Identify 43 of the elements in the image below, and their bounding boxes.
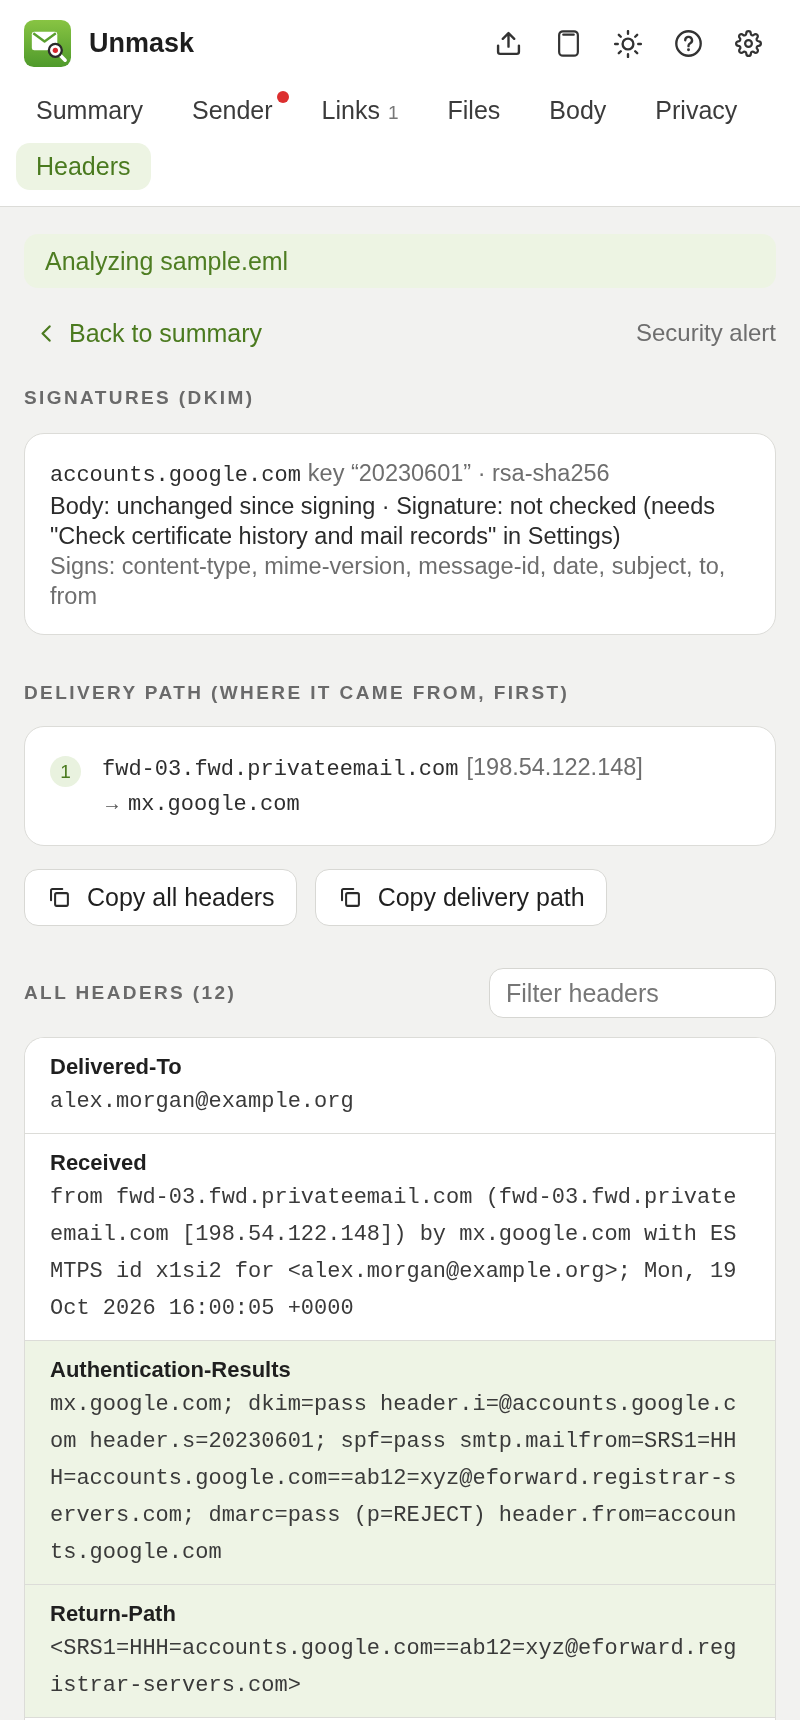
dkim-key-info: key “20230601” · rsa-sha256 [307,460,610,486]
section-heading: SIGNATURES (DKIM) [24,386,256,410]
logo-icon [24,20,71,67]
tablet-icon[interactable] [557,30,579,57]
app-title: Unmask [89,28,195,59]
tab[interactable]: Headers [16,143,151,190]
step-number: 1 [50,756,81,787]
header-value: from fwd-03.fwd.privateemail.com (fwd-03.fwd.privateemail.com [198.54.122.148]) by mx.google.com with ESMTPS id x1si2 for <alex.morgan@example.org>; Mon, 19 Oct 2026 16:00:05 +0000 [50,1184,738,1323]
copy-button[interactable]: Copy delivery path [314,869,607,926]
section-heading: ALL HEADERS (12) [24,981,237,1005]
copy-icon [340,888,360,907]
tab[interactable]: Links 1 [301,87,419,134]
copy-icon [50,888,69,907]
header-name: Received [50,1150,148,1176]
header-name: Authentication-Results [50,1357,292,1383]
dkim-domain: accounts.google.com [50,463,301,488]
signed-headers: Signs: content-type, mime-version, message-id, date, subject, to, from [50,552,727,611]
chevron-left-icon [41,324,51,342]
tab[interactable]: Sender [171,87,293,134]
header-name: Delivered-To [50,1054,183,1080]
arrow-icon: → [102,792,122,814]
filter-field[interactable]: Filter headers [489,968,776,1018]
signature-status: Body: unchanged since signing · Signature: not checked (needs "Check certificate history and mail records" in Settings) [50,492,716,551]
section-label: Security alert [635,319,776,347]
hop-ip: [198.54.122.148] [466,754,643,780]
copy-button[interactable]: Copy all headers [24,869,297,926]
header-value: alex.morgan@example.org [50,1088,355,1116]
tab[interactable]: Privacy [635,87,758,134]
header-value: <SRS1=HHH=accounts.google.com==ab12=xyz@eforward.registrar-servers.com> [50,1635,738,1700]
section-heading: DELIVERY PATH (WHERE IT CAME FROM, FIRST) [24,681,571,705]
back-link[interactable]: Back to summary [24,318,263,348]
header-value: mx.google.com; dkim=pass header.i=@accounts.google.com header.s=20230601; spf=pass smtp.mailfrom=SRS1=HHH=accounts.google.com==ab12=xyz@eforward.registrar-servers.com; dmarc=pass (p=REJECT) header.from=accounts.google.com [50,1391,738,1567]
tab[interactable]: Body [529,87,627,134]
hop-host: fwd-03.fwd.privateemail.com [102,757,459,782]
sun-icon[interactable] [614,29,642,58]
hop-destination: mx.google.com [128,792,300,817]
help-icon[interactable] [674,30,702,57]
tab[interactable]: Summary [16,87,163,134]
settings-icon[interactable] [734,30,762,57]
upload-icon[interactable] [495,31,521,56]
tab[interactable]: Files [427,87,521,134]
header-name: Return-Path [50,1601,177,1627]
status-banner: Analyzing sample.eml [24,234,776,288]
